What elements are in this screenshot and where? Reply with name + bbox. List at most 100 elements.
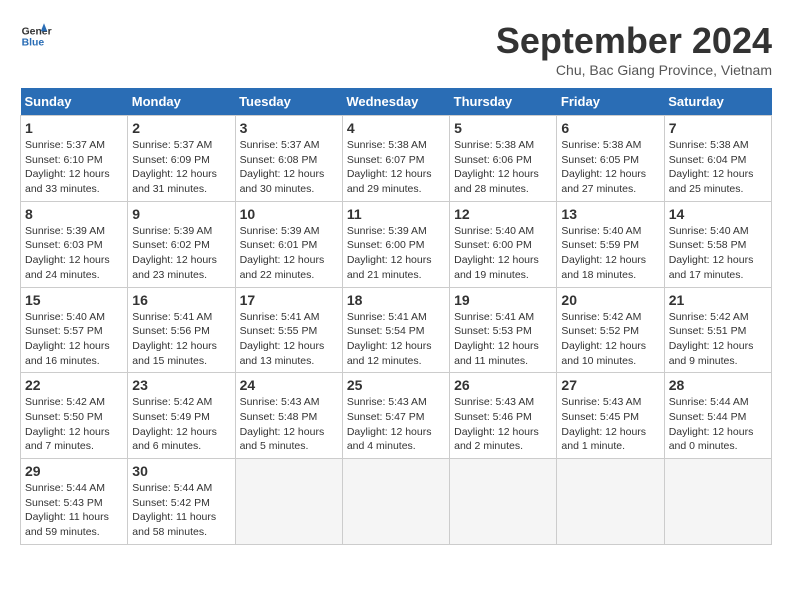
- day-number: 25: [347, 377, 445, 393]
- calendar-cell: [557, 459, 664, 545]
- day-number: 6: [561, 120, 659, 136]
- calendar-cell: 11 Sunrise: 5:39 AMSunset: 6:00 PMDayligh…: [342, 201, 449, 287]
- location: Chu, Bac Giang Province, Vietnam: [496, 62, 772, 78]
- day-number: 24: [240, 377, 338, 393]
- day-info: Sunrise: 5:43 AMSunset: 5:46 PMDaylight:…: [454, 395, 552, 454]
- day-info: Sunrise: 5:44 AMSunset: 5:44 PMDaylight:…: [669, 395, 767, 454]
- calendar-week-row: 1 Sunrise: 5:37 AMSunset: 6:10 PMDaylight…: [21, 116, 772, 202]
- day-info: Sunrise: 5:40 AMSunset: 5:58 PMDaylight:…: [669, 224, 767, 283]
- day-info: Sunrise: 5:40 AMSunset: 6:00 PMDaylight:…: [454, 224, 552, 283]
- day-number: 28: [669, 377, 767, 393]
- calendar-cell: 3 Sunrise: 5:37 AMSunset: 6:08 PMDaylight…: [235, 116, 342, 202]
- day-info: Sunrise: 5:41 AMSunset: 5:56 PMDaylight:…: [132, 310, 230, 369]
- day-info: Sunrise: 5:39 AMSunset: 6:01 PMDaylight:…: [240, 224, 338, 283]
- day-info: Sunrise: 5:37 AMSunset: 6:10 PMDaylight:…: [25, 138, 123, 197]
- day-number: 3: [240, 120, 338, 136]
- day-info: Sunrise: 5:42 AMSunset: 5:52 PMDaylight:…: [561, 310, 659, 369]
- day-number: 21: [669, 292, 767, 308]
- day-number: 22: [25, 377, 123, 393]
- day-number: 16: [132, 292, 230, 308]
- day-number: 23: [132, 377, 230, 393]
- page-header: GeneralBlue September 2024 Chu, Bac Gian…: [20, 20, 772, 78]
- calendar-cell: 9 Sunrise: 5:39 AMSunset: 6:02 PMDaylight…: [128, 201, 235, 287]
- day-info: Sunrise: 5:38 AMSunset: 6:06 PMDaylight:…: [454, 138, 552, 197]
- day-number: 17: [240, 292, 338, 308]
- calendar-cell: 23 Sunrise: 5:42 AMSunset: 5:49 PMDayligh…: [128, 373, 235, 459]
- day-number: 20: [561, 292, 659, 308]
- calendar-cell: 24Sunrise: 5:43 AMSunset: 5:48 PMDayligh…: [235, 373, 342, 459]
- day-info: Sunrise: 5:41 AMSunset: 5:53 PMDaylight:…: [454, 310, 552, 369]
- calendar-cell: 14 Sunrise: 5:40 AMSunset: 5:58 PMDayligh…: [664, 201, 771, 287]
- calendar-body: 1 Sunrise: 5:37 AMSunset: 6:10 PMDaylight…: [21, 116, 772, 545]
- day-info: Sunrise: 5:38 AMSunset: 6:04 PMDaylight:…: [669, 138, 767, 197]
- svg-text:Blue: Blue: [22, 38, 45, 49]
- day-number: 1: [25, 120, 123, 136]
- day-info: Sunrise: 5:41 AMSunset: 5:54 PMDaylight:…: [347, 310, 445, 369]
- calendar-cell: 1 Sunrise: 5:37 AMSunset: 6:10 PMDaylight…: [21, 116, 128, 202]
- day-info: Sunrise: 5:44 AMSunset: 5:43 PMDaylight:…: [25, 481, 123, 540]
- calendar-cell: 22 Sunrise: 5:42 AMSunset: 5:50 PMDayligh…: [21, 373, 128, 459]
- calendar-cell: 20 Sunrise: 5:42 AMSunset: 5:52 PMDayligh…: [557, 287, 664, 373]
- day-info: Sunrise: 5:41 AMSunset: 5:55 PMDaylight:…: [240, 310, 338, 369]
- day-number: 9: [132, 206, 230, 222]
- day-number: 27: [561, 377, 659, 393]
- day-info: Sunrise: 5:39 AMSunset: 6:02 PMDaylight:…: [132, 224, 230, 283]
- days-header-row: SundayMondayTuesdayWednesdayThursdayFrid…: [21, 88, 772, 116]
- day-info: Sunrise: 5:42 AMSunset: 5:50 PMDaylight:…: [25, 395, 123, 454]
- day-number: 18: [347, 292, 445, 308]
- calendar-cell: [235, 459, 342, 545]
- day-of-week-header: Monday: [128, 88, 235, 116]
- calendar-cell: 21 Sunrise: 5:42 AMSunset: 5:51 PMDayligh…: [664, 287, 771, 373]
- calendar-cell: 12Sunrise: 5:40 AMSunset: 6:00 PMDayligh…: [450, 201, 557, 287]
- day-number: 4: [347, 120, 445, 136]
- day-number: 5: [454, 120, 552, 136]
- calendar-table: SundayMondayTuesdayWednesdayThursdayFrid…: [20, 88, 772, 545]
- calendar-cell: 2Sunrise: 5:37 AMSunset: 6:09 PMDaylight…: [128, 116, 235, 202]
- calendar-cell: [450, 459, 557, 545]
- day-info: Sunrise: 5:38 AMSunset: 6:05 PMDaylight:…: [561, 138, 659, 197]
- day-number: 29: [25, 463, 123, 479]
- calendar-cell: 28 Sunrise: 5:44 AMSunset: 5:44 PMDayligh…: [664, 373, 771, 459]
- calendar-cell: 6 Sunrise: 5:38 AMSunset: 6:05 PMDaylight…: [557, 116, 664, 202]
- day-info: Sunrise: 5:40 AMSunset: 5:57 PMDaylight:…: [25, 310, 123, 369]
- calendar-cell: [664, 459, 771, 545]
- calendar-week-row: 15Sunrise: 5:40 AMSunset: 5:57 PMDayligh…: [21, 287, 772, 373]
- calendar-cell: 13Sunrise: 5:40 AMSunset: 5:59 PMDayligh…: [557, 201, 664, 287]
- day-number: 7: [669, 120, 767, 136]
- day-number: 26: [454, 377, 552, 393]
- title-area: September 2024 Chu, Bac Giang Province, …: [496, 20, 772, 78]
- day-number: 19: [454, 292, 552, 308]
- calendar-cell: 19 Sunrise: 5:41 AMSunset: 5:53 PMDayligh…: [450, 287, 557, 373]
- day-number: 10: [240, 206, 338, 222]
- calendar-week-row: 29 Sunrise: 5:44 AMSunset: 5:43 PMDayligh…: [21, 459, 772, 545]
- day-info: Sunrise: 5:42 AMSunset: 5:49 PMDaylight:…: [132, 395, 230, 454]
- calendar-cell: 17 Sunrise: 5:41 AMSunset: 5:55 PMDayligh…: [235, 287, 342, 373]
- calendar-cell: 4 Sunrise: 5:38 AMSunset: 6:07 PMDaylight…: [342, 116, 449, 202]
- calendar-cell: 5 Sunrise: 5:38 AMSunset: 6:06 PMDaylight…: [450, 116, 557, 202]
- calendar-cell: 7 Sunrise: 5:38 AMSunset: 6:04 PMDaylight…: [664, 116, 771, 202]
- calendar-cell: 26 Sunrise: 5:43 AMSunset: 5:46 PMDayligh…: [450, 373, 557, 459]
- day-info: Sunrise: 5:42 AMSunset: 5:51 PMDaylight:…: [669, 310, 767, 369]
- day-info: Sunrise: 5:43 AMSunset: 5:45 PMDaylight:…: [561, 395, 659, 454]
- svg-text:General: General: [22, 26, 52, 37]
- calendar-cell: 27 Sunrise: 5:43 AMSunset: 5:45 PMDayligh…: [557, 373, 664, 459]
- day-number: 11: [347, 206, 445, 222]
- day-number: 14: [669, 206, 767, 222]
- calendar-cell: 25Sunrise: 5:43 AMSunset: 5:47 PMDayligh…: [342, 373, 449, 459]
- day-info: Sunrise: 5:37 AMSunset: 6:08 PMDaylight:…: [240, 138, 338, 197]
- logo-icon: GeneralBlue: [20, 20, 52, 52]
- calendar-cell: [342, 459, 449, 545]
- day-of-week-header: Sunday: [21, 88, 128, 116]
- month-title: September 2024: [496, 20, 772, 62]
- calendar-cell: 15Sunrise: 5:40 AMSunset: 5:57 PMDayligh…: [21, 287, 128, 373]
- calendar-cell: 16 Sunrise: 5:41 AMSunset: 5:56 PMDayligh…: [128, 287, 235, 373]
- day-number: 13: [561, 206, 659, 222]
- day-of-week-header: Saturday: [664, 88, 771, 116]
- day-info: Sunrise: 5:39 AMSunset: 6:00 PMDaylight:…: [347, 224, 445, 283]
- day-of-week-header: Friday: [557, 88, 664, 116]
- calendar-cell: 8Sunrise: 5:39 AMSunset: 6:03 PMDaylight…: [21, 201, 128, 287]
- logo: GeneralBlue: [20, 20, 56, 52]
- day-info: Sunrise: 5:38 AMSunset: 6:07 PMDaylight:…: [347, 138, 445, 197]
- day-of-week-header: Wednesday: [342, 88, 449, 116]
- calendar-cell: 30Sunrise: 5:44 AMSunset: 5:42 PMDayligh…: [128, 459, 235, 545]
